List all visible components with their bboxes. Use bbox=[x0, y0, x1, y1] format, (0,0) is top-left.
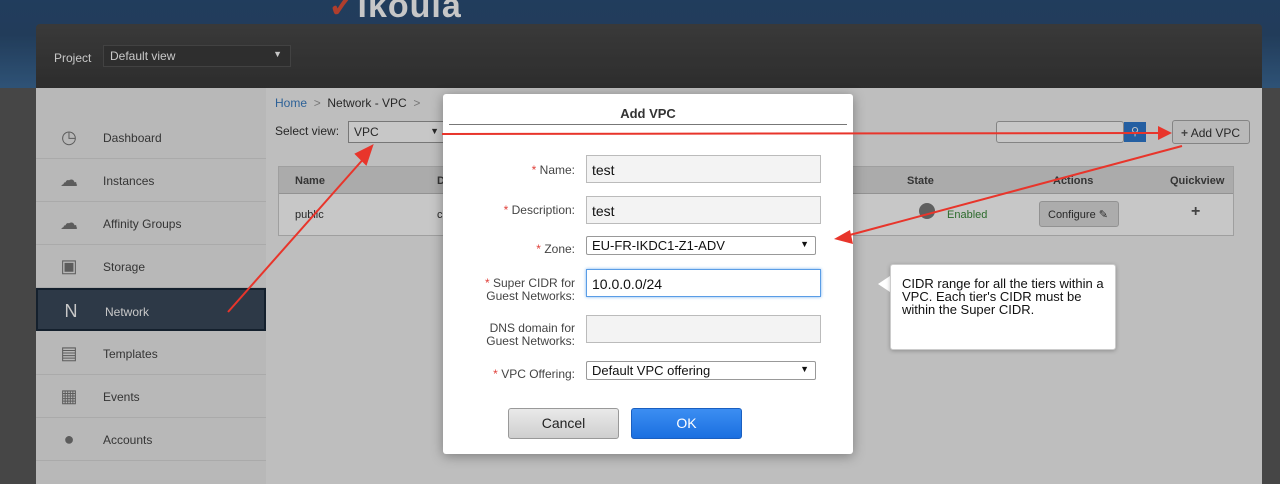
zone-label: * Zone: bbox=[536, 242, 575, 256]
ok-button[interactable]: OK bbox=[631, 408, 742, 439]
vpc-offering-select[interactable]: Default VPC offering ▼ bbox=[586, 361, 816, 380]
description-input[interactable]: test bbox=[586, 196, 821, 224]
dialog-title: Add VPC bbox=[620, 106, 676, 121]
cidr-help-tooltip: CIDR range for all the tiers within a VP… bbox=[890, 264, 1116, 350]
chevron-down-icon: ▼ bbox=[800, 364, 809, 374]
dialog-divider bbox=[449, 124, 847, 125]
super-cidr-input[interactable]: 10.0.0.0/24 bbox=[586, 269, 821, 297]
tooltip-pointer bbox=[878, 276, 890, 292]
zone-select[interactable]: EU-FR-IKDC1-Z1-ADV ▼ bbox=[586, 236, 816, 255]
name-input[interactable]: test bbox=[586, 155, 821, 183]
dns-label: DNS domain for Guest Networks: bbox=[486, 321, 575, 348]
dns-domain-input[interactable] bbox=[586, 315, 821, 343]
add-vpc-dialog: Add VPC * Name: test * Description: test… bbox=[443, 94, 853, 454]
chevron-down-icon: ▼ bbox=[800, 239, 809, 249]
cancel-button[interactable]: Cancel bbox=[508, 408, 619, 439]
name-label: * Name: bbox=[531, 163, 575, 177]
cidr-label: * Super CIDR for Guest Networks: bbox=[484, 276, 575, 303]
description-label: * Description: bbox=[503, 203, 575, 217]
offering-label: * VPC Offering: bbox=[493, 367, 575, 381]
